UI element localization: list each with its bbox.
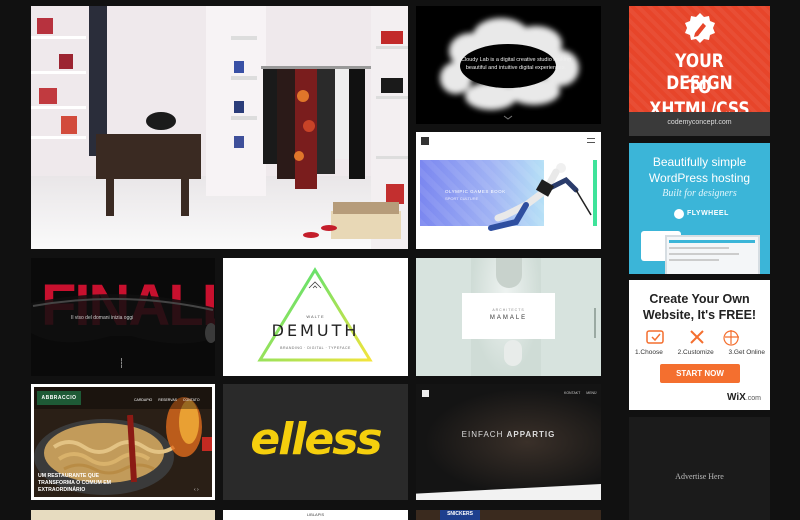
appartig-nav: KONTAKT MENÜ <box>564 391 597 395</box>
ad-design-url[interactable]: codemyconcept.com <box>629 119 770 126</box>
abbraccio-headline: UM RESTAURANTE QUE TRANSFORMA O COMUM EM… <box>38 473 112 493</box>
site-logo-icon <box>421 137 429 145</box>
nav-item-cardapio[interactable]: CARDAPIO <box>134 398 152 402</box>
skier-figure <box>488 163 592 231</box>
abbraccio-nav: CARDAPIO RESERVAS CONTATO <box>134 398 200 402</box>
scroll-indicator <box>121 358 125 368</box>
mamale-small-label: ARCHITECTS <box>492 308 525 312</box>
boutique-interior-thumbnail[interactable] <box>31 6 408 249</box>
abbraccio-thumbnail[interactable]: ABBRACCIO CARDAPIO RESERVAS CONTATO UM R… <box>31 384 215 500</box>
ad-flywheel-line1: Beautifully simple <box>652 155 747 169</box>
nav-item-kontakt[interactable]: KONTAKT <box>564 391 580 395</box>
appartig-title: EINFACH APPARTIG <box>416 430 601 439</box>
accent-strip <box>593 160 597 226</box>
ad-flywheel-line2: WordPress hosting <box>648 171 751 185</box>
flywheel-logo-icon <box>674 209 684 219</box>
slider-arrows-icon[interactable]: ‹ › <box>194 487 199 493</box>
nav-item-contato[interactable]: CONTATO <box>183 398 200 402</box>
finally-subtitle: Il viso del domani inizia oggi <box>71 315 134 321</box>
demuth-thumbnail[interactable]: WALTE DEMUTH BRANDING · DIGITAL · TYPEFA… <box>223 258 408 376</box>
partial-thumbnail-3[interactable]: SNICKERS <box>416 510 601 520</box>
ad-flywheel[interactable]: Beautifully simple WordPress hosting Bui… <box>629 143 770 274</box>
demuth-title: DEMUTH <box>271 321 360 340</box>
ad-wix[interactable]: Create Your Own Website, It's FREE! 1.Ch… <box>629 280 770 410</box>
wix-steps-icons <box>646 330 739 346</box>
wix-step-1: 1.Choose <box>635 349 663 356</box>
olympic-games-thumbnail[interactable]: OLYMPIC GAMES BOOK SPORT CULTURE <box>416 132 601 249</box>
wix-logo: WiX.com <box>727 392 761 403</box>
wix-steps: 1.Choose 2.Customize 3.Get Online <box>635 349 765 356</box>
side-tab[interactable] <box>202 437 212 451</box>
ad-wix-line2: Website, It's FREE! <box>642 308 757 322</box>
appartig-title-part2: APPARTIG <box>506 430 556 439</box>
elless-thumbnail[interactable]: elless <box>223 384 408 500</box>
partial-thumbnail-1[interactable] <box>31 510 215 520</box>
partial-thumbnail-2[interactable]: LIBLAPIS <box>223 510 408 520</box>
wix-brand-suffix: .com <box>745 395 761 402</box>
finally-thumbnail[interactable]: FINALLY Il viso del domani inizia oggi <box>31 258 215 376</box>
cloudy-lab-thumbnail[interactable]: Cloudy Lab is a digital creative studio … <box>416 6 601 124</box>
nav-item-menu[interactable]: MENÜ <box>586 391 596 395</box>
mamale-title: MAMALE <box>489 315 528 321</box>
boutique-photo <box>31 6 408 249</box>
gallery-page: Cloudy Lab is a digital creative studio … <box>0 0 800 520</box>
wix-step-2: 2.Customize <box>677 349 714 356</box>
ad-flywheel-line3: Built for designers <box>662 188 737 199</box>
olympic-subcaption: SPORT CULTURE <box>445 196 479 201</box>
pen-badge-icon <box>685 13 715 43</box>
appartig-background <box>416 384 601 500</box>
cloud-intro-text: Cloudy Lab is a digital creative studio … <box>460 57 572 71</box>
demuth-small-label: WALTE <box>306 314 325 319</box>
snickers-logo: SNICKERS <box>440 510 480 520</box>
ad-codemyconcept[interactable]: YOUR DESIGN TO XHTML/CSS codemyconcept.c… <box>629 6 770 136</box>
elless-logo: elless <box>250 414 382 465</box>
mamale-thumbnail[interactable]: ARCHITECTS MAMALE <box>416 258 601 376</box>
appartig-title-part1: EINFACH <box>461 430 507 439</box>
abbraccio-logo[interactable]: ABBRACCIO <box>37 391 81 405</box>
hamburger-icon[interactable] <box>587 138 595 143</box>
wix-brand: WiX <box>727 392 746 403</box>
wix-step-3: 3.Get Online <box>728 349 765 356</box>
side-nav[interactable] <box>594 308 596 338</box>
ad-wix-line1: Create Your Own <box>649 292 750 306</box>
demuth-subline: BRANDING · DIGITAL · TYPEFACE <box>280 346 351 350</box>
ad-flywheel-brand: FLYWHEEL <box>687 210 729 217</box>
appartig-logo-icon <box>422 390 429 397</box>
advertise-here-label: Advertise Here <box>675 472 724 481</box>
advertise-here-slot[interactable]: Advertise Here <box>629 417 770 520</box>
partial-thumbnail-2-label: LIBLAPIS <box>306 512 325 517</box>
nav-item-reservas[interactable]: RESERVAS <box>158 398 177 402</box>
appartig-thumbnail[interactable]: KONTAKT MENÜ EINFACH APPARTIG <box>416 384 601 500</box>
wix-start-now-button[interactable]: START NOW <box>660 364 740 383</box>
